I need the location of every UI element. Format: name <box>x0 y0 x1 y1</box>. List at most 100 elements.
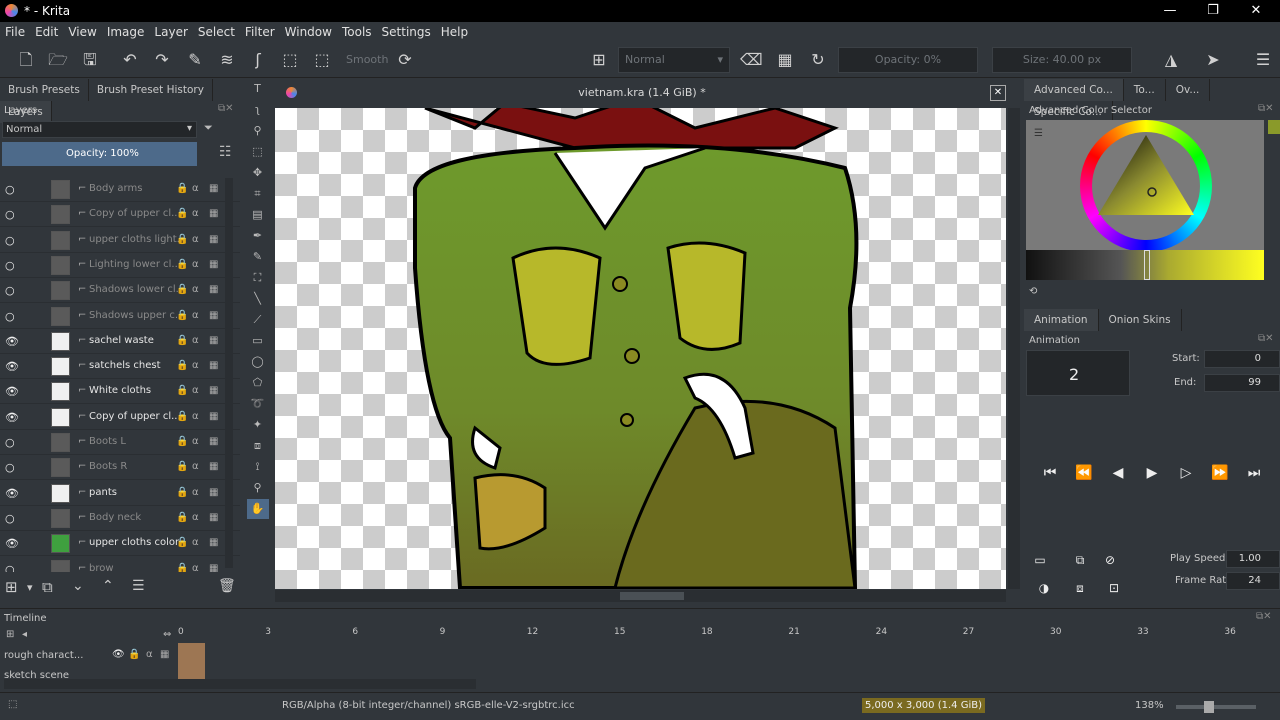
tab-advanced-color[interactable]: Advanced Co... <box>1024 79 1124 101</box>
layer-row[interactable]: ○ ⌐ Shadows lower cl... 🔒 α ▦ <box>0 278 240 304</box>
menu-window[interactable]: Window <box>280 22 337 42</box>
close-window-button[interactable]: ✕ <box>1241 2 1271 20</box>
eye-icon[interactable]: 👁 <box>5 335 19 348</box>
minimize-button[interactable]: — <box>1155 2 1185 20</box>
tab-brush-preset-history[interactable]: Brush Preset History <box>89 79 213 101</box>
lock-icon[interactable]: 🔒 <box>176 385 188 396</box>
alpha-lock-icon[interactable]: α <box>192 411 199 422</box>
saturation-triangle[interactable] <box>1096 130 1196 220</box>
lock-icon[interactable]: 🔒 <box>176 461 188 472</box>
panel-float-close-icon[interactable]: ⧉✕ <box>1258 103 1274 114</box>
drawing-canvas[interactable] <box>275 108 1006 589</box>
eye-icon[interactable]: 👁 <box>5 487 19 500</box>
multibrush-icon[interactable]: ʃ <box>247 49 269 71</box>
redo-icon[interactable]: ↷ <box>151 49 173 71</box>
layer-list-scrollbar[interactable] <box>225 178 233 568</box>
selection-mode-icon[interactable]: ⬚ <box>8 699 17 710</box>
play-icon[interactable]: ▶ <box>1140 461 1164 485</box>
lock-icon[interactable]: 🔒 <box>176 360 188 371</box>
inherit-alpha-icon[interactable]: ▦ <box>209 385 218 396</box>
onion-skin-icon[interactable]: ◑ <box>1032 576 1056 600</box>
gradient-tool-icon[interactable]: ▤ <box>247 205 269 225</box>
color-shade-strip[interactable] <box>1026 250 1264 280</box>
line-tool-icon[interactable]: ╲ <box>247 289 269 309</box>
duplicate-layer-icon[interactable]: ⧉ <box>42 578 53 596</box>
alpha-lock-icon[interactable]: α <box>192 487 199 498</box>
layer-row[interactable]: 👁 ⌐ upper cloths color 🔒 α ▦ <box>0 531 240 557</box>
first-frame-icon[interactable]: ⏮ <box>1038 461 1062 485</box>
inherit-alpha-icon[interactable]: ▦ <box>209 335 218 346</box>
layer-row[interactable]: ○ ⌐ Boots R 🔒 α ▦ <box>0 455 240 481</box>
layer-row[interactable]: ○ ⌐ Boots L 🔒 α ▦ <box>0 430 240 455</box>
menu-layer[interactable]: Layer <box>149 22 192 42</box>
tab-tool-options[interactable]: To... <box>1124 79 1166 101</box>
alpha-lock-icon[interactable]: α <box>192 461 199 472</box>
pan-tool-icon[interactable]: ✋ <box>246 499 269 519</box>
inherit-alpha-icon[interactable]: ▦ <box>209 183 218 194</box>
menu-tools[interactable]: Tools <box>337 22 377 42</box>
save-icon[interactable]: 🖫 <box>79 49 101 71</box>
eye-closed-icon[interactable]: ○ <box>5 461 19 474</box>
menu-file[interactable]: File <box>0 22 30 42</box>
eye-closed-icon[interactable]: ○ <box>5 436 19 449</box>
selection-icon[interactable]: ⬚ <box>311 49 333 71</box>
layer-row[interactable]: ○ ⌐ Body arms 🔒 α ▦ <box>0 177 240 202</box>
layer-row[interactable]: 👁 ⌐ satchels chest 🔒 α ▦ <box>0 354 240 380</box>
brush-editor-icon[interactable]: ✎ <box>184 49 206 71</box>
canvas-horizontal-scrollbar[interactable] <box>275 590 1006 602</box>
layer-properties-icon[interactable]: ☷ <box>219 144 232 160</box>
eye-closed-icon[interactable]: ○ <box>5 563 19 573</box>
layer-row[interactable]: ○ ⌐ Copy of upper cl... 🔒 α ▦ <box>0 202 240 228</box>
zoom-tool-icon[interactable]: ⚲ <box>247 478 269 498</box>
layer-blend-mode-dropdown[interactable]: Normal ▾ <box>2 121 197 138</box>
calligraphy-tool-icon[interactable]: ⚲ <box>247 121 269 141</box>
layer-row[interactable]: ○ ⌐ Body neck 🔒 α ▦ <box>0 506 240 531</box>
lock-icon[interactable]: 🔒 <box>128 649 140 660</box>
eye-closed-icon[interactable]: ○ <box>5 183 19 196</box>
last-frame-icon[interactable]: ⏭ <box>1242 461 1266 485</box>
lock-icon[interactable]: 🔒 <box>176 563 188 573</box>
layer-row[interactable]: 👁 ⌐ White cloths 🔒 α ▦ <box>0 379 240 405</box>
chevron-down-icon[interactable]: ▾ <box>27 581 33 594</box>
duplicate-keyframe-icon[interactable]: ⧉ <box>1068 548 1092 572</box>
zoom-timeline-icon[interactable]: ⇔ <box>163 629 171 640</box>
alpha-lock-icon[interactable]: α <box>192 284 199 295</box>
lock-icon[interactable]: 🔒 <box>176 208 188 219</box>
eye-closed-icon[interactable]: ○ <box>5 310 19 323</box>
add-layer-icon[interactable]: ⊞ <box>5 578 18 596</box>
alpha-lock-icon[interactable]: α <box>192 310 199 321</box>
alpha-lock-icon[interactable]: α <box>192 436 199 447</box>
eye-icon[interactable]: 👁 <box>5 411 19 424</box>
tab-overview[interactable]: Ov... <box>1166 79 1211 101</box>
rect-select-tool-icon[interactable]: ▭ <box>247 331 269 351</box>
timeline-track[interactable]: sketch scene <box>0 669 175 679</box>
lock-icon[interactable]: 🔒 <box>176 487 188 498</box>
lock-icon[interactable]: 🔒 <box>176 411 188 422</box>
play-speed-field[interactable]: 1.00 <box>1226 550 1280 568</box>
undo-icon[interactable]: ↶ <box>119 49 141 71</box>
panel-float-close-icon[interactable]: ⧉✕ <box>218 103 234 114</box>
inherit-alpha-icon[interactable]: ▦ <box>209 512 218 523</box>
lock-icon[interactable]: 🔒 <box>176 234 188 245</box>
frame-rate-field[interactable]: 24 <box>1226 572 1280 590</box>
lock-icon[interactable]: 🔒 <box>176 436 188 447</box>
add-track-icon[interactable]: ⊞ <box>6 629 14 640</box>
brush-preset-icon[interactable]: ≋ <box>216 49 238 71</box>
layer-row[interactable]: 👁 ⌐ pants 🔒 α ▦ <box>0 481 240 506</box>
previous-frame-icon[interactable]: ◀ <box>1106 461 1130 485</box>
inherit-alpha-icon[interactable]: ▦ <box>209 360 218 371</box>
lock-icon[interactable]: 🔒 <box>176 310 188 321</box>
start-frame-field[interactable]: 0 <box>1204 350 1280 368</box>
inherit-alpha-icon[interactable]: ▦ <box>209 537 218 548</box>
move-layer-down-icon[interactable]: ⌄ <box>72 578 84 594</box>
menu-image[interactable]: Image <box>102 22 150 42</box>
eye-closed-icon[interactable]: ○ <box>5 234 19 247</box>
hamburger-menu-icon[interactable]: ☰ <box>1252 49 1274 71</box>
text-tool-icon[interactable]: T <box>247 79 269 99</box>
move-layer-up-icon[interactable]: ⌃ <box>102 578 114 594</box>
alpha-lock-icon[interactable]: α <box>192 512 199 523</box>
eye-closed-icon[interactable]: ○ <box>5 512 19 525</box>
timeline-horizontal-scrollbar[interactable] <box>4 679 476 689</box>
inherit-alpha-icon[interactable]: ▦ <box>209 284 218 295</box>
drop-frames-icon[interactable]: ⧈ <box>1068 576 1092 600</box>
